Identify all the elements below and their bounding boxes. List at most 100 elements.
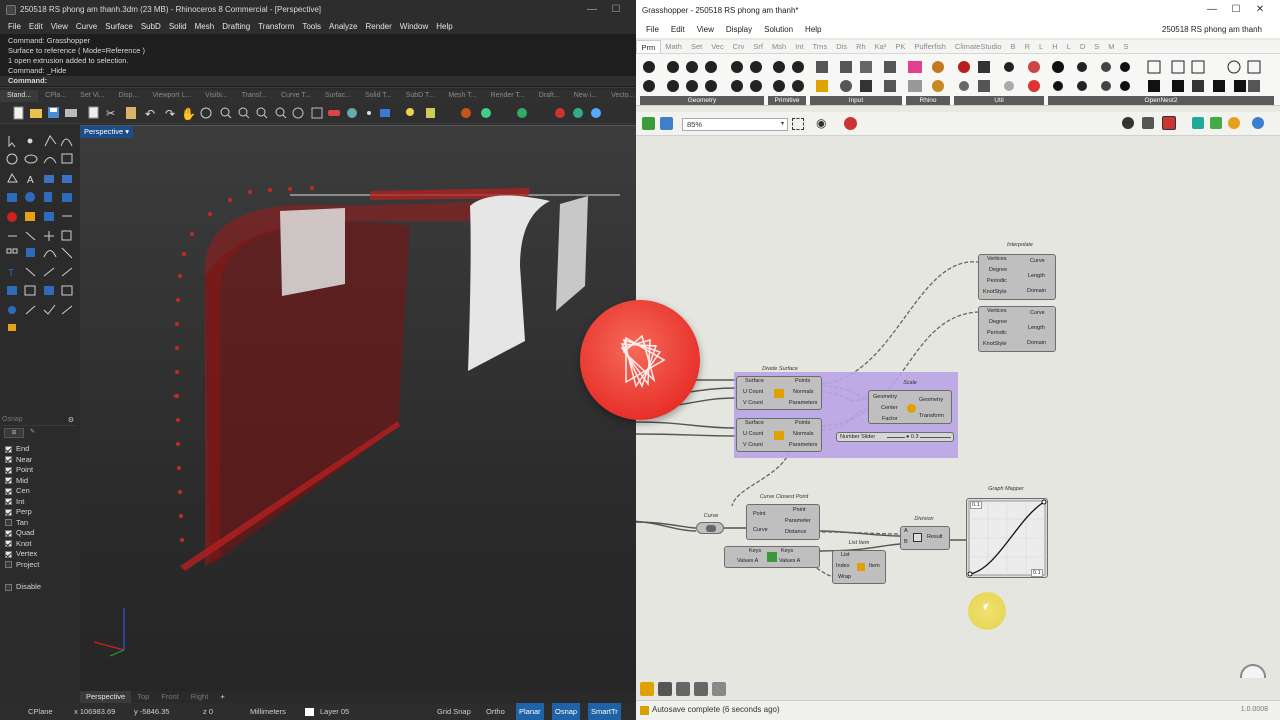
sort-input-keys[interactable]: Keys xyxy=(749,548,761,554)
osnap-tan-checkbox[interactable]: Tan xyxy=(5,518,28,528)
tab-right[interactable]: Right xyxy=(185,691,215,703)
rhino-menu-file[interactable]: File xyxy=(4,20,25,34)
rhino-menu-drafting[interactable]: Drafting xyxy=(218,20,254,34)
sketch-icon[interactable] xyxy=(844,117,857,130)
rectangle-icon[interactable] xyxy=(61,153,73,164)
division-output-result[interactable]: Result xyxy=(927,534,943,540)
cplane-icon[interactable] xyxy=(25,305,36,315)
copy-transform-icon[interactable] xyxy=(61,230,72,241)
gh-tab-math[interactable]: Math xyxy=(661,40,687,53)
video-play-button[interactable] xyxy=(580,300,700,420)
ellipse-icon[interactable] xyxy=(24,154,38,164)
preview-eye-icon[interactable]: ◉ xyxy=(816,116,826,130)
divide-surface-input-surface[interactable]: Surface xyxy=(745,378,764,384)
planar-toggle[interactable]: Planar xyxy=(516,703,544,720)
point-icon[interactable] xyxy=(27,138,33,144)
layer-icon[interactable] xyxy=(380,109,390,117)
toolbar-tab[interactable]: Mesh T... xyxy=(441,90,483,102)
preview-selected-icon[interactable] xyxy=(1210,117,1222,129)
mirror-icon[interactable] xyxy=(43,250,57,258)
leader-icon[interactable] xyxy=(43,267,55,277)
divide-surface2-input-surface[interactable]: Surface xyxy=(745,420,764,426)
undo-icon[interactable]: ↶ xyxy=(145,107,155,121)
new-file-icon[interactable] xyxy=(13,106,24,120)
division-component[interactable]: A B Result xyxy=(900,526,950,550)
move-icon[interactable] xyxy=(44,231,54,241)
pen-tool-icon[interactable] xyxy=(676,682,690,696)
pan-icon[interactable]: ✋ xyxy=(181,107,196,121)
gh-tab-msh[interactable]: Msh xyxy=(767,40,790,53)
osnap-vertex-checkbox[interactable]: Vertex xyxy=(5,549,37,559)
toolbar-tab[interactable]: Viewport L... xyxy=(145,90,198,102)
interpolate2-input-degree[interactable]: Degree xyxy=(989,319,1007,325)
sketch-tool-icon[interactable] xyxy=(658,682,672,696)
divide-surface2-output-points[interactable]: Points xyxy=(795,420,810,426)
properties-icon[interactable] xyxy=(426,108,435,118)
rhino-menu-analyze[interactable]: Analyze xyxy=(325,20,361,34)
divide-surface2-input-vcount[interactable]: V Count xyxy=(743,442,763,448)
zoom-icon[interactable] xyxy=(220,107,232,119)
add-viewport-button[interactable]: + xyxy=(214,691,230,703)
explode-icon[interactable] xyxy=(44,212,54,221)
redo-icon[interactable]: ↷ xyxy=(165,107,175,121)
divide-surface-input-ucount[interactable]: U Count xyxy=(743,389,763,395)
interpolate-output-curve[interactable]: Curve xyxy=(1030,258,1045,264)
rhino-menu-subd[interactable]: SubD xyxy=(137,20,165,34)
status-cplane[interactable]: CPlane xyxy=(28,703,53,720)
gh-menu-display[interactable]: Display xyxy=(720,22,758,38)
rhino-maximize-button[interactable]: ☐ xyxy=(604,0,628,20)
rhino-param-icons[interactable] xyxy=(908,61,944,92)
gh-close-button[interactable]: ✕ xyxy=(1248,0,1272,20)
rhino-menu-curve[interactable]: Curve xyxy=(72,20,101,34)
interpolate2-input-periodic[interactable]: Periodic xyxy=(987,330,1007,336)
curve-icon[interactable] xyxy=(60,138,73,147)
sort-output-keys[interactable]: Keys xyxy=(781,548,793,554)
ccp-output-parameter[interactable]: Parameter xyxy=(785,518,811,524)
rhino-menu-window[interactable]: Window xyxy=(396,20,432,34)
wireframe-icon[interactable] xyxy=(1142,117,1154,129)
graph-mapper-component[interactable]: 0.1 0.1 xyxy=(966,498,1048,578)
slider-value[interactable]: ● 0.3 xyxy=(905,434,920,440)
interpolate-component-2[interactable]: Vertices Degree Periodic KnotStyle Curve… xyxy=(978,306,1056,352)
osnap-project-checkbox[interactable]: Project xyxy=(5,560,39,570)
layer-state-icon[interactable] xyxy=(44,286,54,295)
select-icon[interactable] xyxy=(311,107,323,119)
gh-tab-s2[interactable]: S xyxy=(1119,40,1133,53)
arc-icon[interactable] xyxy=(43,157,57,164)
gh-tab-h[interactable]: H xyxy=(1048,40,1062,53)
divide-surface2-output-normals[interactable]: Normals xyxy=(793,431,813,437)
toolbar-tab[interactable]: Disp... xyxy=(112,90,146,102)
light-icon[interactable] xyxy=(406,108,414,116)
toolbar-tab[interactable]: Curve T... xyxy=(274,90,318,102)
shaded-icon[interactable] xyxy=(1162,116,1176,130)
toolbar-tab[interactable]: New i... xyxy=(567,90,604,102)
select-arrow-icon[interactable] xyxy=(8,136,16,148)
gh-tab-vec[interactable]: Vec xyxy=(707,40,729,53)
interpolate2-input-knotstyle[interactable]: KnotStyle xyxy=(983,341,1007,347)
interpolate-input-periodic[interactable]: Periodic xyxy=(987,278,1007,284)
join-icon[interactable] xyxy=(25,231,36,241)
gh-tab-b[interactable]: B xyxy=(1006,40,1020,53)
cut-icon[interactable]: ✂ xyxy=(106,108,115,120)
open-file-icon[interactable] xyxy=(642,117,655,130)
box-icon[interactable] xyxy=(7,193,17,202)
osnap-perp-checkbox[interactable]: Perp xyxy=(5,507,32,517)
rhino-menu-transform[interactable]: Transform xyxy=(254,20,298,34)
gh-tab-int[interactable]: Int xyxy=(791,40,808,53)
interpolate-output-domain[interactable]: Domain xyxy=(1027,288,1046,294)
divide-surface-input-vcount[interactable]: V Count xyxy=(743,400,763,406)
division-input-b[interactable]: B xyxy=(904,539,908,545)
gh-tab-s[interactable]: S xyxy=(1090,40,1104,53)
gh-tab-crv[interactable]: Crv xyxy=(728,40,749,53)
divide-surface-output-normals[interactable]: Normals xyxy=(793,389,813,395)
osnap-filter-icon[interactable]: ✎ xyxy=(30,428,46,438)
rhino-menu-solid[interactable]: Solid xyxy=(165,20,191,34)
command-prompt-input[interactable]: Command: xyxy=(0,76,636,86)
toolbar-tab[interactable]: Surfac... xyxy=(318,90,358,102)
analyze-icon[interactable] xyxy=(7,286,17,295)
interpolate-output-length[interactable]: Length xyxy=(1028,273,1045,279)
show-icon[interactable] xyxy=(61,305,73,315)
toolbar-tab[interactable]: Render T... xyxy=(484,90,532,102)
rhino-minimize-button[interactable]: — xyxy=(580,0,604,20)
print-icon[interactable] xyxy=(65,109,77,117)
